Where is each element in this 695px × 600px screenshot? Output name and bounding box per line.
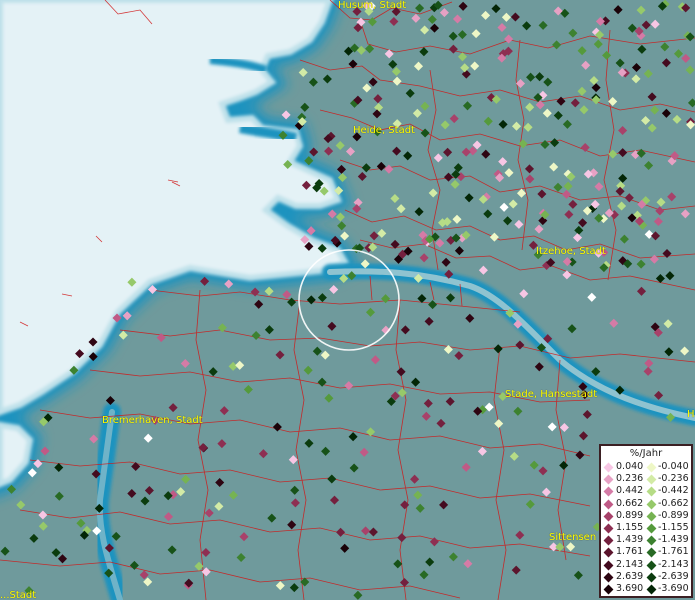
place-label-husum: Husum, Stadt bbox=[338, 0, 407, 11]
place-label-bottom-left: ...Stadt bbox=[0, 590, 37, 600]
legend-swatch-positive bbox=[603, 560, 614, 571]
legend-swatch-positive bbox=[603, 511, 614, 522]
legend-title: %/Jahr bbox=[629, 448, 663, 459]
legend-label-negative: -0.899 bbox=[658, 509, 689, 521]
legend-swatch-positive bbox=[603, 572, 614, 583]
legend-label-negative: -2.143 bbox=[658, 558, 689, 570]
legend-label-positive: 2.143 bbox=[616, 558, 644, 570]
legend-label-positive: 1.155 bbox=[616, 522, 644, 533]
place-label-stade: Stade, Hansestadt bbox=[505, 389, 598, 400]
place-label-itzehoe: Itzehoe, Stadt bbox=[536, 246, 606, 257]
legend-label-negative: -1.439 bbox=[658, 534, 689, 546]
place-label-ha: Ha bbox=[687, 409, 695, 420]
legend-swatch-negative bbox=[646, 560, 657, 571]
legend-swatch-positive bbox=[603, 499, 614, 510]
place-label-heide: Heide, Stadt bbox=[353, 125, 415, 136]
legend-label-positive: 2.639 bbox=[616, 570, 644, 582]
legend-swatch-negative bbox=[646, 572, 657, 583]
map-canvas[interactable] bbox=[0, 0, 695, 600]
legend-label-negative: -1.761 bbox=[658, 546, 689, 558]
legend-swatch-negative bbox=[646, 584, 657, 595]
legend-label-negative: -3.690 bbox=[658, 583, 689, 594]
place-label-sittensen: Sittensen bbox=[549, 532, 597, 543]
legend-label-positive: 0.899 bbox=[616, 509, 644, 521]
legend-swatch-negative bbox=[646, 499, 657, 510]
legend-swatch-positive bbox=[603, 584, 614, 595]
legend-label-negative: -0.040 bbox=[658, 461, 689, 472]
legend-swatch-positive bbox=[603, 462, 614, 473]
legend-label-positive: 0.040 bbox=[616, 461, 644, 472]
legend-label-negative: -1.155 bbox=[658, 522, 689, 533]
legend-label-positive: 3.690 bbox=[616, 583, 644, 594]
legend-label-negative: -2.639 bbox=[658, 570, 689, 582]
legend-swatch-positive bbox=[603, 474, 614, 485]
legend-swatch-positive bbox=[603, 535, 614, 546]
legend-panel: %/Jahr 0.040 -0.040 0.236 -0.236 0.442 -0.442… bbox=[599, 444, 693, 598]
map-view[interactable]: Husum, Stadt Heide, Stadt Itzehoe, Stadt… bbox=[0, 0, 695, 600]
legend-label-negative: -0.662 bbox=[658, 497, 689, 509]
place-label-bremerhaven: Bremerhaven, Stadt bbox=[102, 415, 203, 426]
legend-swatch-positive bbox=[603, 547, 614, 558]
legend-label-positive: 0.442 bbox=[616, 485, 644, 497]
legend-swatch-negative bbox=[646, 474, 657, 485]
legend-swatch-negative bbox=[646, 486, 657, 497]
legend-label-positive: 0.236 bbox=[616, 473, 644, 485]
legend-label-positive: 1.439 bbox=[616, 534, 644, 546]
legend-swatch-positive bbox=[603, 523, 614, 534]
legend-swatch-negative bbox=[646, 511, 657, 522]
legend-swatch-positive bbox=[603, 486, 614, 497]
legend-swatch-negative bbox=[646, 462, 657, 473]
legend-label-negative: -0.236 bbox=[658, 473, 689, 485]
legend-swatch-negative bbox=[646, 547, 657, 558]
legend-label-positive: 0.662 bbox=[616, 497, 644, 509]
legend-label-negative: -0.442 bbox=[658, 485, 689, 497]
legend-label-positive: 1.761 bbox=[616, 546, 644, 558]
legend-swatch-negative bbox=[646, 535, 657, 546]
legend-swatch-negative bbox=[646, 523, 657, 534]
